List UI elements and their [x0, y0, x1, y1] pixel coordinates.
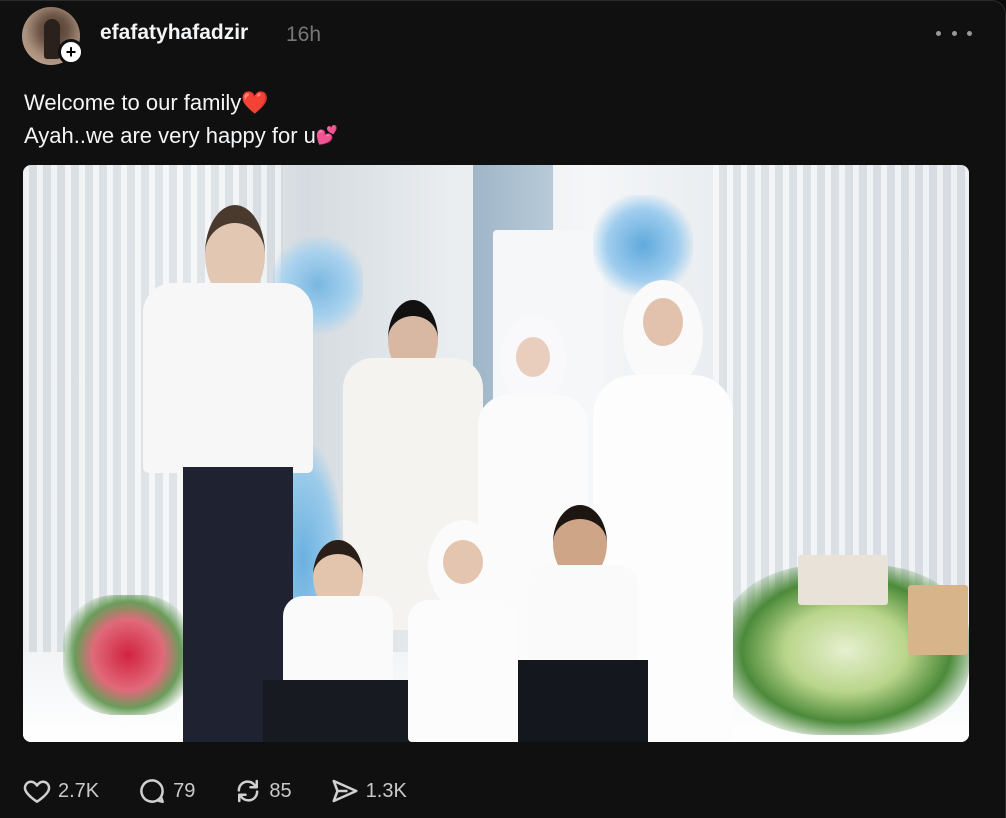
repost-count: 85	[269, 779, 292, 802]
post-timestamp[interactable]: 16h	[286, 23, 321, 47]
plus-icon: +	[65, 42, 77, 62]
red-heart-emoji: ❤️	[241, 90, 269, 115]
two-hearts-emoji: 💕	[315, 125, 339, 145]
post-image[interactable]	[23, 165, 969, 742]
post-card: + efafatyhafadzir 16h Welcome to our fam…	[0, 0, 1006, 818]
share-button[interactable]: 1.3K	[330, 776, 407, 806]
reply-count: 79	[173, 779, 196, 802]
repost-icon	[238, 779, 259, 803]
repost-button[interactable]: 85	[233, 776, 292, 806]
heart-icon	[23, 780, 51, 803]
share-count: 1.3K	[365, 779, 407, 802]
post-actions: 2.7K 79 85 1.3K	[22, 771, 445, 811]
caption-line-1: Welcome to our family❤️	[24, 90, 269, 115]
caption-line-2: Ayah..we are very happy for u💕	[24, 123, 339, 148]
like-count: 2.7K	[58, 779, 100, 802]
username[interactable]: efafatyhafadzir	[100, 21, 248, 45]
reply-button[interactable]: 79	[137, 776, 195, 806]
post-caption: Welcome to our family❤️ Ayah..we are ver…	[24, 87, 338, 152]
send-icon	[332, 779, 358, 803]
follow-button[interactable]: +	[58, 39, 84, 65]
like-button[interactable]: 2.7K	[22, 776, 99, 806]
more-icon[interactable]	[936, 21, 972, 45]
comment-icon	[140, 779, 165, 803]
